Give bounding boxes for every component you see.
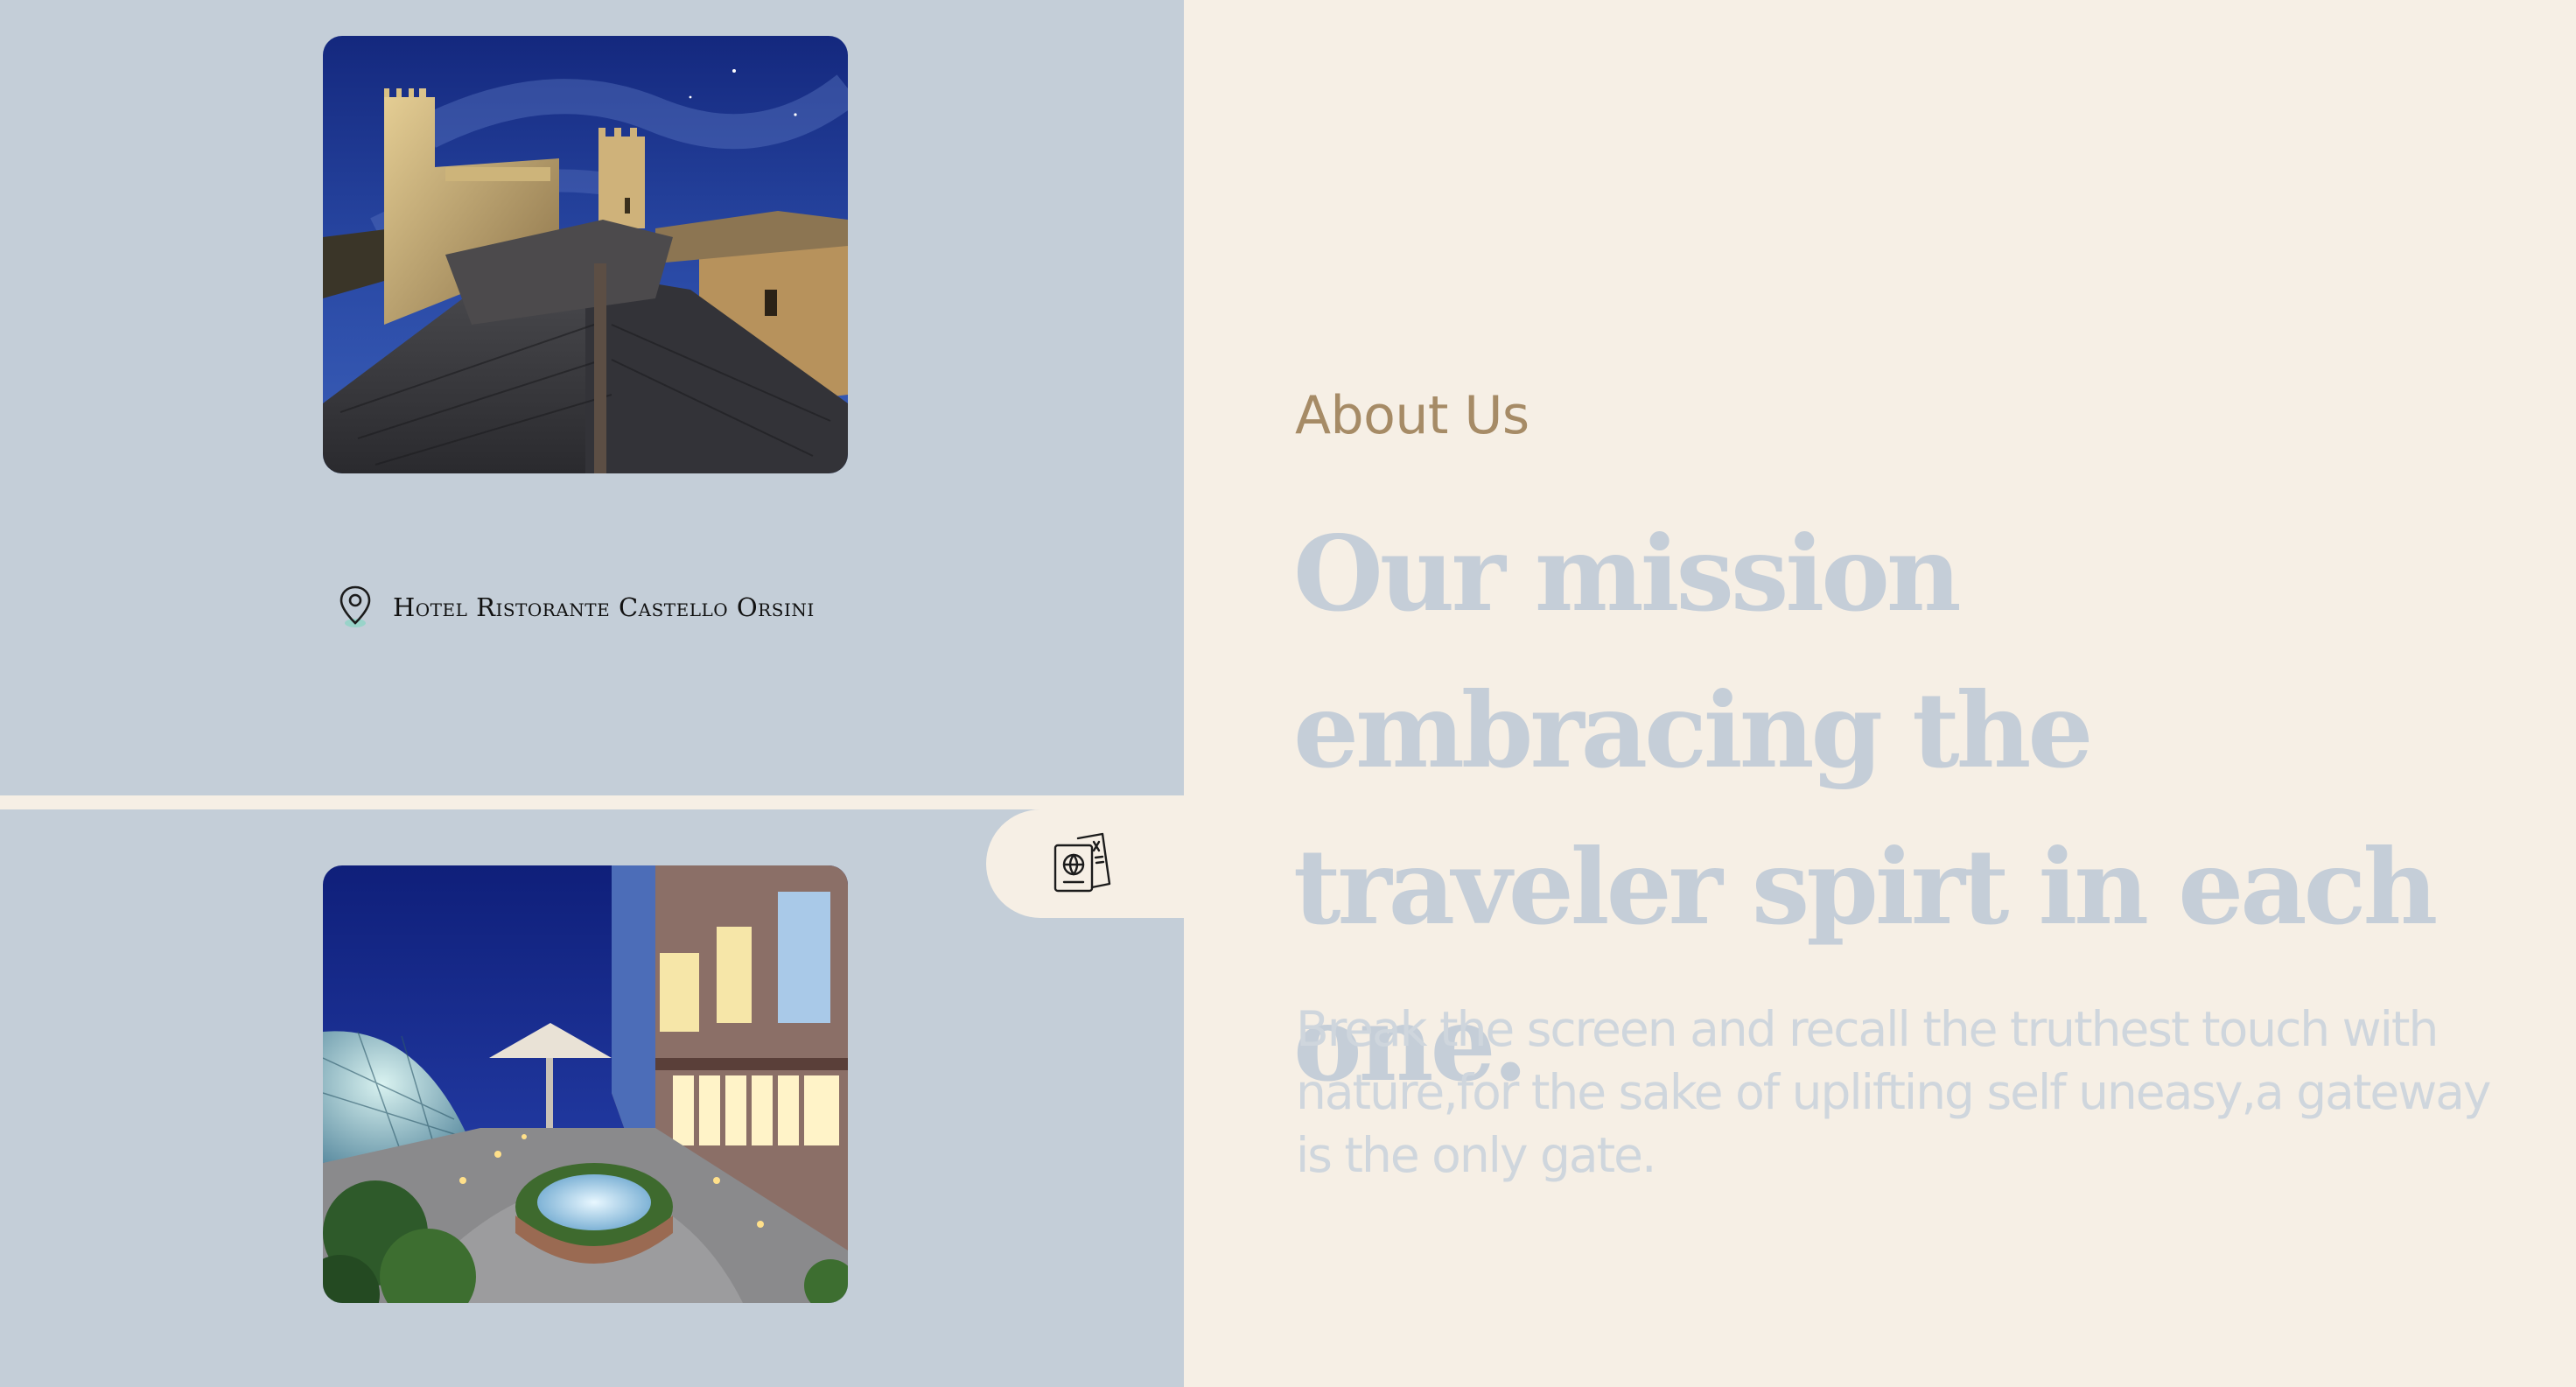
- castle-night-photo: [323, 36, 848, 473]
- travel-tab: [986, 809, 1184, 918]
- hotel-photo: [323, 865, 848, 1303]
- hotel-name: Hotel Ristorante Castello Orsini: [393, 592, 815, 622]
- about-description: Break the screen and recall the truthest…: [1296, 1001, 2491, 1183]
- castle-photo: [323, 36, 848, 473]
- about-page: Hotel Ristorante Castello Orsini About U…: [0, 0, 2576, 1387]
- location-label: Hotel Ristorante Castello Orsini: [337, 581, 815, 634]
- about-label: About Us: [1295, 385, 1530, 446]
- map-pin-icon: [340, 585, 371, 627]
- top-left-panel: Hotel Ristorante Castello Orsini: [0, 0, 1184, 795]
- travel-button[interactable]: [1047, 829, 1117, 899]
- passport-tickets-icon: [1054, 832, 1111, 893]
- hotel-courtyard-photo: [323, 865, 848, 1303]
